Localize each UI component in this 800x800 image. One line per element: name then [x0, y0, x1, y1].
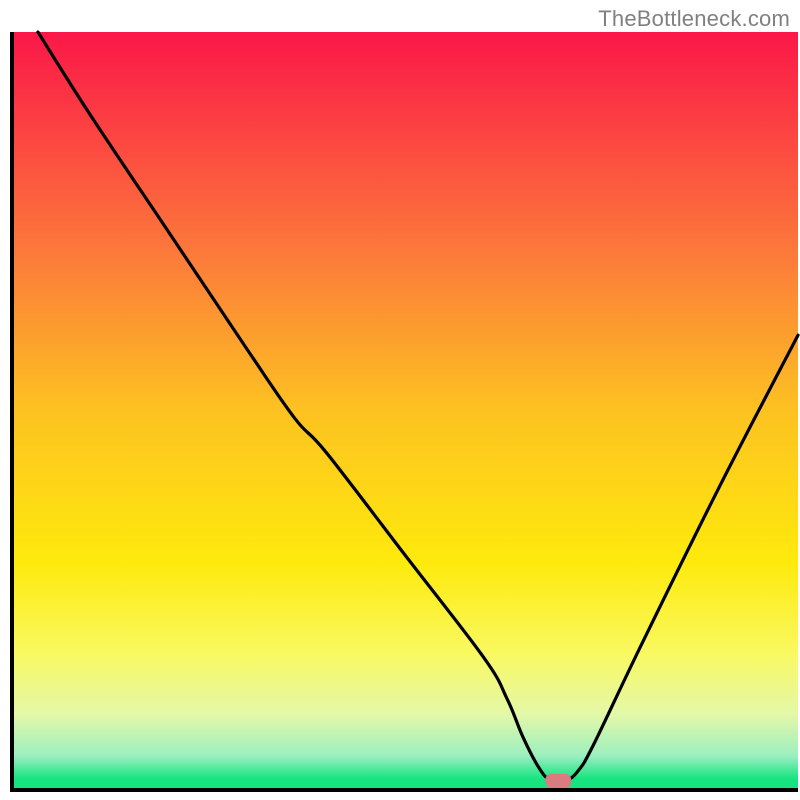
optimal-point-marker — [545, 774, 571, 788]
plot-background — [12, 32, 798, 790]
bottleneck-chart: TheBottleneck.com — [0, 0, 800, 800]
chart-svg — [0, 0, 800, 800]
watermark-text: TheBottleneck.com — [598, 6, 790, 32]
